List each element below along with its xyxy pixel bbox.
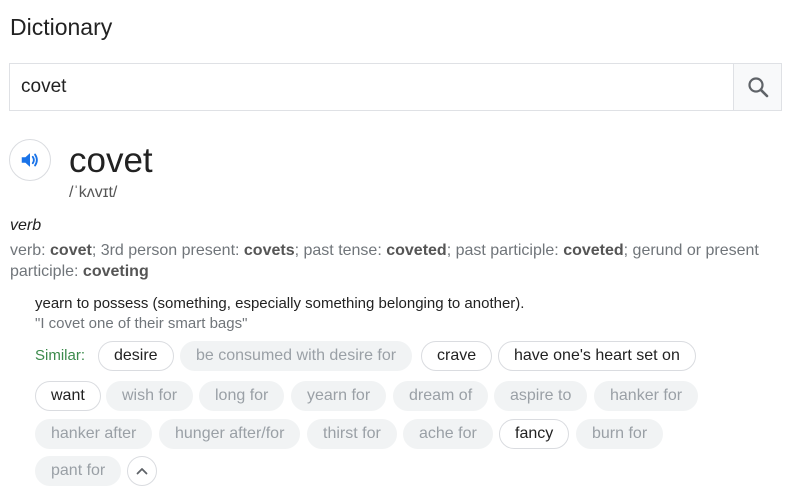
part-of-speech: verb [10,217,42,234]
page-title: Dictionary [10,14,113,40]
headword: covet [69,141,153,180]
dictionary-panel: Dictionary covet /ˈkʌvɪt/ verb verb: cov… [0,0,794,500]
form-third-person: covets [243,242,295,259]
form-gerund: coveting [82,263,149,280]
similar-word-chip[interactable]: yearn for [291,381,387,411]
speaker-icon [21,153,38,167]
similar-word-chip[interactable]: burn for [576,419,664,449]
similar-word-chip[interactable]: be consumed with desire for [180,341,413,371]
forms-sep: ; past participle: [446,242,564,259]
similar-label: Similar: [35,347,86,364]
pronunciation-audio-button[interactable] [9,139,51,181]
similar-word-chip[interactable]: thirst for [307,419,397,449]
forms-sep: ; 3rd person present: [91,242,244,259]
search-button[interactable] [733,64,781,110]
similar-word-chip[interactable]: fancy [499,419,570,449]
similar-word-chip[interactable]: pant for [35,456,122,486]
chevron-up-icon [136,468,148,475]
collapse-similar-button[interactable] [127,456,157,486]
similar-word-chip[interactable]: hanker for [594,381,699,411]
similar-word-chip[interactable]: desire [98,341,174,371]
similar-word-chip[interactable]: crave [421,341,493,371]
similar-word-chip[interactable]: long for [199,381,285,411]
form-past-participle: coveted [563,242,624,259]
phonetic: /ˈkʌvɪt/ [69,184,118,201]
example-sentence: "I covet one of their smart bags" [35,315,248,332]
similar-word-chip[interactable]: have one's heart set on [498,341,696,371]
similar-word-chip[interactable]: wish for [106,381,194,411]
similar-word-chip[interactable]: dream of [393,381,489,411]
similar-word-chip[interactable]: hanker after [35,419,153,449]
form-past: coveted [386,242,447,259]
search-box [9,63,782,111]
form-base: covet [50,242,92,259]
similar-word-chip[interactable]: ache for [403,419,493,449]
definition: yearn to possess (something, especially … [35,295,525,312]
similar-word-chip[interactable]: hunger after/for [159,419,301,449]
search-input[interactable] [10,64,732,110]
similar-word-chip[interactable]: aspire to [494,381,588,411]
search-icon [747,77,768,98]
word-forms: verb: covet; 3rd person present: covets;… [10,240,780,282]
similar-word-chip[interactable]: want [35,381,101,411]
forms-prefix: verb: [10,242,51,259]
forms-sep: ; past tense: [294,242,387,259]
